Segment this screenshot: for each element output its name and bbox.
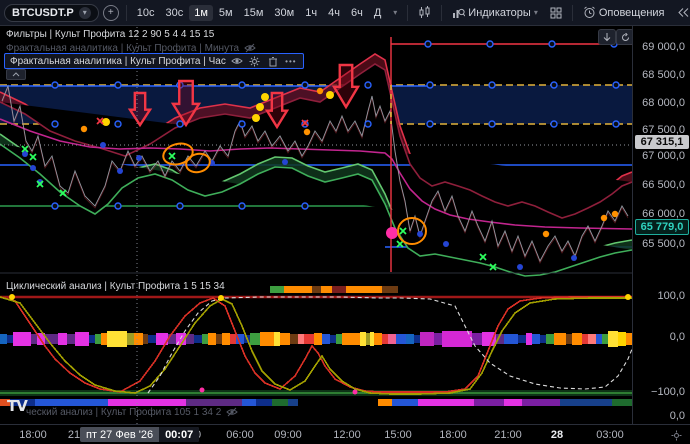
legend-filters[interactable]: Фильтры | Культ Профита 12 2 90 5 4 4 15… [6, 29, 214, 40]
crosshair-time: 00:07 [159, 427, 199, 442]
price-tick: 100,0 [657, 290, 685, 302]
chart-type-button[interactable] [413, 4, 436, 21]
legend-filters-label: Фильтры | Культ Профита 12 2 90 5 4 4 15… [6, 29, 214, 40]
symbol-switch-icon[interactable]: ▾ [79, 7, 91, 19]
time-tick: 03:00 [596, 429, 624, 441]
timescale-settings-icon[interactable] [671, 428, 682, 444]
chevron-up-icon [12, 72, 20, 77]
price-tick: −100,0 [651, 386, 685, 398]
timeframe-button-1м[interactable]: 1м [189, 5, 213, 21]
arrow-down-icon [603, 33, 611, 42]
timeframe-button-Д[interactable]: Д [369, 5, 386, 21]
price-tick: 68 500,0 [642, 69, 685, 81]
eye-off-icon[interactable] [225, 406, 239, 418]
layout-grid-icon [550, 7, 562, 19]
legend-cycle[interactable]: Циклический анализ | Культ Профита 1 5 1… [6, 281, 225, 292]
tradingview-logo[interactable]: TV [7, 397, 27, 415]
timeframe-button-15м[interactable]: 15м [239, 5, 269, 21]
candlestick-icon [418, 6, 431, 19]
alerts-button[interactable]: Оповещения [578, 4, 670, 21]
price-tick: 0,0 [670, 331, 685, 343]
legend-cycle-hidden[interactable]: ческий анализ | Культ Профита 105 1 34 2 [26, 406, 239, 418]
main-chart[interactable] [0, 26, 632, 424]
crosshair-time-badge: пт 27 Фев '26 00:07 [80, 427, 199, 442]
timeframe-button-30м[interactable]: 30м [269, 5, 299, 21]
refresh-icon [621, 33, 630, 42]
legend-fractal-hour-label: Фрактальная аналитика | Культ Профита | … [10, 56, 226, 67]
indicators-label: Индикаторы [468, 7, 531, 19]
eye-icon[interactable] [230, 55, 244, 67]
compare-add-button[interactable]: + [103, 5, 119, 21]
timeframe-row: 10с30с1м5м15м30м1ч4ч6чД [132, 5, 387, 21]
timeframe-button-10с[interactable]: 10с [132, 5, 160, 21]
time-tick: 18:00 [19, 429, 47, 441]
legend-fractal-hour[interactable]: Фрактальная аналитика | Культ Профита | … [4, 53, 304, 69]
trading-app-window: BTCUSDT.P ▾ + 10с30с1м5м15м30м1ч4ч6чД ▾ … [0, 0, 690, 444]
price-tick: 0,0 [670, 410, 685, 422]
timeframe-button-6ч[interactable]: 6ч [346, 5, 368, 21]
templates-button[interactable] [545, 5, 567, 21]
scroll-to-recent-button[interactable] [598, 29, 616, 45]
price-tick: 67 000,0 [642, 150, 685, 162]
replay-button[interactable]: Симулятор рынка [672, 5, 690, 21]
time-tick: 28 [551, 429, 563, 441]
time-tick: 15:00 [384, 429, 412, 441]
time-tick: 18:00 [439, 429, 467, 441]
toolbar-separator [407, 5, 408, 21]
crosshair-date: пт 27 Фев '26 [80, 429, 159, 441]
indicators-button[interactable]: Индикаторы ▾ [447, 5, 543, 21]
settings-gear-icon[interactable] [248, 55, 262, 67]
time-axis[interactable]: пт 27 Фев '26 00:07 18:0021006:0009:0012… [0, 424, 690, 444]
time-tick: 12:00 [333, 429, 361, 441]
time-tick: 09:00 [274, 429, 302, 441]
timeframe-button-5м[interactable]: 5м [214, 5, 238, 21]
time-tick: 21:00 [494, 429, 522, 441]
symbol-label: BTCUSDT.P [12, 7, 74, 19]
indicator-price-badge: 65 779,0 [635, 219, 689, 235]
more-options-icon[interactable]: ••• [284, 55, 298, 67]
bar-replay-icon [677, 7, 690, 18]
timeframe-button-4ч[interactable]: 4ч [323, 5, 345, 21]
legend-collapse-button[interactable] [6, 69, 26, 80]
legend-cycle-label: Циклический анализ | Культ Профита 1 5 1… [6, 281, 225, 292]
price-tick: 69 000,0 [642, 41, 685, 53]
last-price-badge: 67 315,1 [635, 135, 689, 149]
legend-fractal-minute-label: Фрактальная аналитика | Культ Профита | … [6, 43, 239, 54]
alarm-clock-icon [583, 6, 596, 19]
price-tick: 66 500,0 [642, 179, 685, 191]
top-toolbar: BTCUSDT.P ▾ + 10с30с1м5м15м30м1ч4ч6чД ▾ … [0, 0, 690, 26]
time-tick: 06:00 [226, 429, 254, 441]
timeframe-button-1ч[interactable]: 1ч [300, 5, 322, 21]
legend-cycle-hidden-label: ческий анализ | Культ Профита 105 1 34 2 [26, 407, 221, 418]
alerts-label: Оповещения [599, 7, 665, 19]
indicators-icon [452, 7, 465, 19]
toolbar-separator [441, 5, 442, 21]
toolbar-separator [126, 5, 127, 21]
timeframe-dropdown-button[interactable]: ▾ [388, 6, 402, 19]
price-tick: 68 000,0 [642, 97, 685, 109]
delete-trash-icon[interactable] [266, 55, 280, 67]
time-tick: 21 [68, 429, 80, 441]
symbol-button[interactable]: BTCUSDT.P ▾ [4, 4, 99, 22]
timeframe-button-30с[interactable]: 30с [160, 5, 188, 21]
price-tick: 65 500,0 [642, 238, 685, 250]
toolbar-separator [572, 5, 573, 21]
price-axis[interactable]: 69 000,068 500,068 000,067 500,067 000,0… [632, 26, 690, 424]
